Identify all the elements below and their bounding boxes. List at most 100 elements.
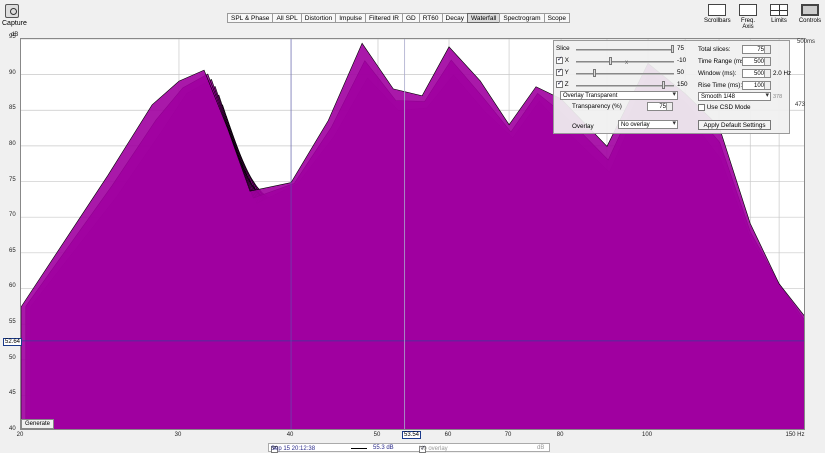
y-rotation-checkbox[interactable] — [556, 67, 563, 76]
x-tick-label: 150 Hz — [785, 432, 805, 438]
rise-time-label: Rise Time (ms): — [698, 82, 743, 89]
limits-icon — [770, 4, 788, 16]
x-rotation-row: X — [556, 55, 569, 65]
y-tick-label: 50 — [9, 354, 16, 361]
apply-default-settings-button[interactable]: Apply Default Settings — [698, 120, 771, 130]
z-rotation-checkbox[interactable] — [556, 79, 563, 88]
cursor-x-readout: 53.54 — [402, 431, 422, 439]
y-rotation-row: Y — [556, 67, 569, 77]
controls-icon — [801, 4, 819, 16]
limits-label: Limits — [771, 18, 787, 24]
y-tick-label: 95 — [9, 34, 16, 40]
x-tick-label: 30 — [174, 432, 182, 438]
y-rotation-value: 50 — [677, 69, 685, 76]
y-tick-label: 85 — [9, 105, 16, 112]
scrollbars-button[interactable]: Scrollbars — [704, 4, 731, 30]
x-tick-label: 50 — [373, 432, 381, 438]
toolbar: Capture SPL & Phase All SPL Distortion Impu… — [0, 0, 825, 30]
window-label: Window (ms): — [698, 70, 737, 77]
z-rotation-row: Z — [556, 79, 569, 88]
csd-mode-label: Use CSD Mode — [706, 104, 751, 112]
tab-scope[interactable]: Scope — [543, 13, 571, 23]
cursor-y-readout: 52.64 — [3, 338, 23, 346]
x-rotation-checkbox[interactable] — [556, 55, 563, 64]
smoothing-select[interactable]: Smooth 1/48 — [698, 92, 771, 101]
transparency-label: Transparency (%) — [572, 103, 622, 110]
capture-label: Capture — [2, 20, 27, 27]
tab-distortion[interactable]: Distortion — [300, 13, 337, 23]
measurement-date: Sep 15 20:12:38 — [271, 446, 316, 452]
slice-slider-thumb[interactable] — [671, 45, 674, 53]
x-tick-label: 60 — [444, 432, 452, 438]
overlay-select[interactable]: No overlay — [618, 120, 678, 129]
tab-gd[interactable]: GD — [401, 13, 420, 23]
generate-button[interactable]: Generate — [21, 419, 55, 429]
measurement-legend: Sep 15 20:12:38 55.3 dB No overlay dB — [268, 443, 550, 453]
tab-waterfall[interactable]: Waterfall — [466, 13, 501, 23]
y-rotation-thumb[interactable] — [593, 69, 596, 77]
x-rotation-value: -10 — [677, 57, 687, 64]
measurement-value: 55.3 dB — [373, 445, 394, 451]
x-rotation-label: X — [564, 57, 569, 65]
controls-label: Controls — [798, 18, 822, 24]
tab-all-spl[interactable]: All SPL — [272, 13, 302, 23]
y-tick-label: 55 — [9, 319, 16, 326]
x-axis-mark: x — [625, 59, 629, 66]
freq-axis-label: Freq. Axis — [740, 18, 755, 30]
z-rotation-thumb[interactable] — [662, 81, 665, 89]
freq-axis-button[interactable]: Freq. Axis — [735, 4, 761, 30]
graph-tabs: SPL & Phase All SPL Distortion Impulse Filte… — [227, 13, 571, 23]
time-right-label: 473 — [795, 102, 806, 108]
z-rotation-slider[interactable] — [576, 85, 674, 87]
time-range-spinner[interactable]: 500 — [742, 57, 771, 66]
overlay-name: No overlay — [419, 446, 448, 452]
tab-impulse[interactable]: Impulse — [335, 13, 366, 23]
slice-label: Slice — [556, 45, 570, 52]
overlay-label: Overlay — [572, 123, 594, 130]
scrollbars-icon — [708, 4, 726, 16]
window-spinner[interactable]: 500 — [742, 69, 771, 78]
rise-time-spinner[interactable]: 100 — [742, 81, 771, 90]
y-tick-label: 45 — [9, 390, 16, 397]
y-tick-label: 70 — [9, 212, 16, 219]
csd-mode-checkbox[interactable] — [698, 104, 705, 111]
time-range-label: Time Range (ms): — [698, 58, 749, 65]
x-rotation-thumb[interactable] — [609, 57, 612, 65]
tab-filtered-ir[interactable]: Filtered IR — [365, 13, 403, 23]
x-tick-label: 100 — [642, 432, 653, 438]
smoothing-extra: 378 — [773, 94, 783, 100]
x-tick-label: 20 — [16, 432, 24, 438]
slice-slider[interactable] — [576, 49, 674, 51]
overlay-unit: dB — [537, 445, 545, 451]
csd-mode-row: Use CSD Mode — [698, 104, 751, 111]
x-tick-label: 40 — [286, 432, 294, 438]
y-tick-label: 75 — [9, 176, 16, 183]
window-hz: 2.0 Hz — [773, 70, 792, 77]
scrollbars-label: Scrollbars — [704, 18, 731, 24]
tab-rt60[interactable]: RT60 — [418, 13, 443, 23]
waterfall-controls-panel: Slice 75 X x -10 Y 50 Z 150 Overlay Tran… — [553, 40, 792, 134]
measurement-line-swatch — [351, 448, 367, 449]
transparency-spinner[interactable]: 75 — [647, 102, 673, 111]
limits-button[interactable]: Limits — [766, 4, 792, 30]
right-tools: Scrollbars Freq. Axis Limits Controls — [699, 4, 823, 30]
x-tick-label: 80 — [556, 432, 564, 438]
z-rotation-value: 150 — [677, 81, 688, 88]
total-slices-spinner[interactable]: 75 — [742, 45, 771, 54]
y-rotation-label: Y — [564, 69, 569, 77]
tab-decay[interactable]: Decay — [441, 13, 468, 23]
time-top-right-label: 500ms — [797, 39, 816, 45]
waterfall-mode-select[interactable]: Overlay Transparent — [560, 91, 678, 100]
y-tick-label: 80 — [9, 140, 16, 147]
capture-button[interactable]: Capture — [2, 4, 27, 27]
tab-spl-phase[interactable]: SPL & Phase — [227, 13, 274, 23]
x-tick-label: 70 — [504, 432, 512, 438]
y-tick-label: 90 — [9, 69, 16, 76]
y-tick-label: 60 — [9, 283, 16, 290]
slice-value: 75 — [677, 45, 685, 52]
total-slices-label: Total slices: — [698, 46, 731, 53]
tab-spectrogram[interactable]: Spectrogram — [499, 13, 545, 23]
camera-icon — [5, 4, 19, 18]
y-rotation-slider[interactable] — [576, 73, 674, 75]
controls-button[interactable]: Controls — [797, 4, 823, 30]
